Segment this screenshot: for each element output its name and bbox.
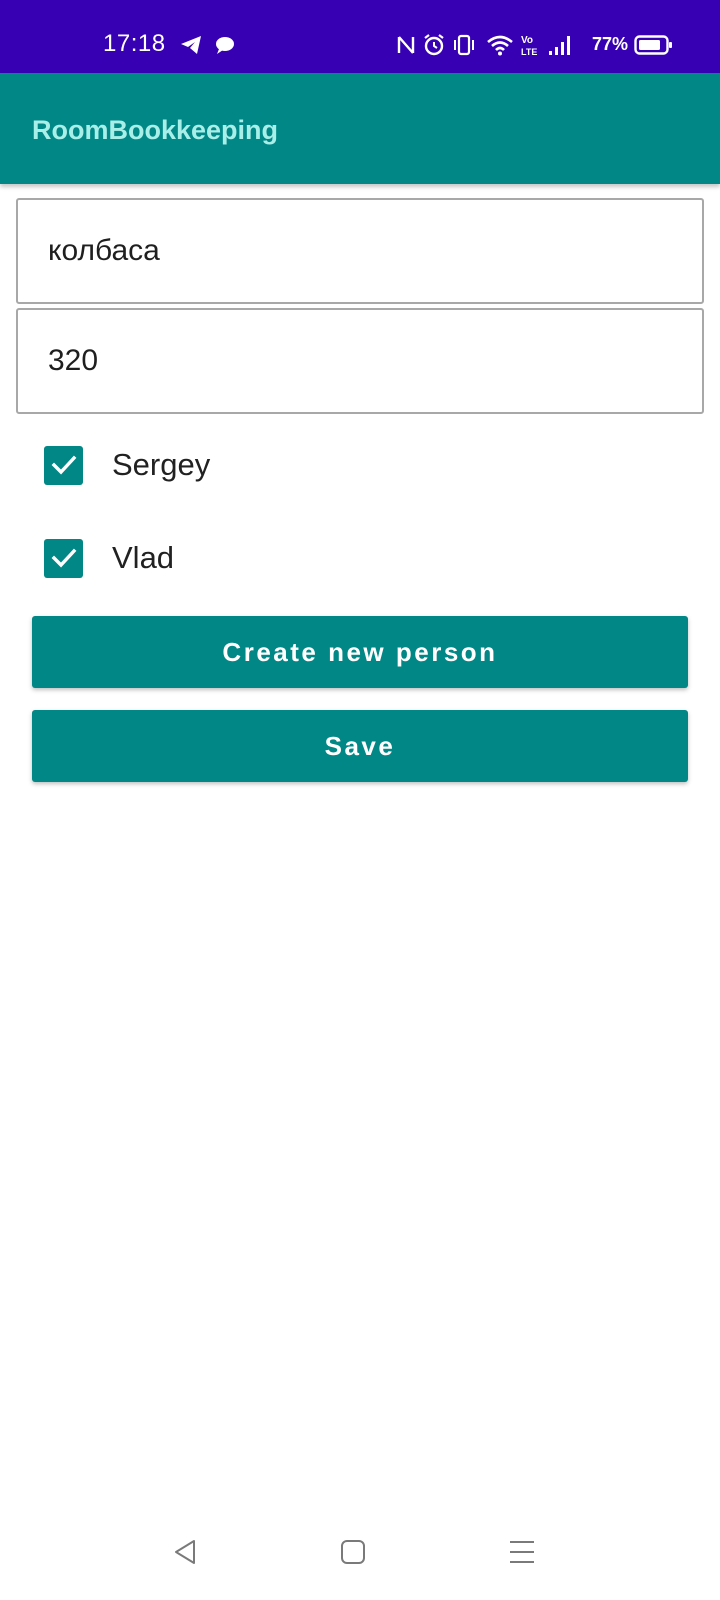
screen: 17:18 Vo LTE 77% RoomBookkeeping колбаса… [0,0,720,1600]
svg-text:LTE: LTE [521,47,537,57]
app-title: RoomBookkeeping [32,115,279,145]
wifi-icon [486,34,514,56]
recents-icon[interactable] [508,1538,536,1566]
save-button[interactable]: Save [32,710,688,782]
signal-icon [548,34,574,56]
checkbox-checked-icon[interactable] [44,445,83,485]
status-time: 17:18 [103,30,166,57]
checkbox-checked-icon[interactable] [44,538,83,578]
person-checkbox-row[interactable]: Sergey [44,445,210,485]
back-icon[interactable] [172,1538,198,1566]
item-name-value: колбаса [48,234,160,267]
amount-value: 320 [48,344,99,377]
home-icon[interactable] [340,1538,366,1566]
item-name-field[interactable]: колбаса [16,198,704,304]
amount-field[interactable]: 320 [16,308,704,414]
person-label: Sergey [112,447,211,482]
person-checkbox-row[interactable]: Vlad [44,538,174,578]
svg-text:Vo: Vo [521,35,533,46]
alarm-icon [422,34,446,56]
vibrate-icon [452,34,476,56]
chat-bubble-icon [214,34,236,56]
person-label: Vlad [112,540,175,575]
battery-icon [634,34,674,56]
app-bar: RoomBookkeeping [0,73,720,184]
telegram-icon [180,34,202,56]
status-bar: 17:18 Vo LTE 77% [0,0,720,73]
nfc-icon [396,34,416,56]
battery-percent: 77% [592,34,629,54]
volte-icon: Vo LTE [520,34,540,57]
create-new-person-button[interactable]: Create new person [32,616,688,688]
